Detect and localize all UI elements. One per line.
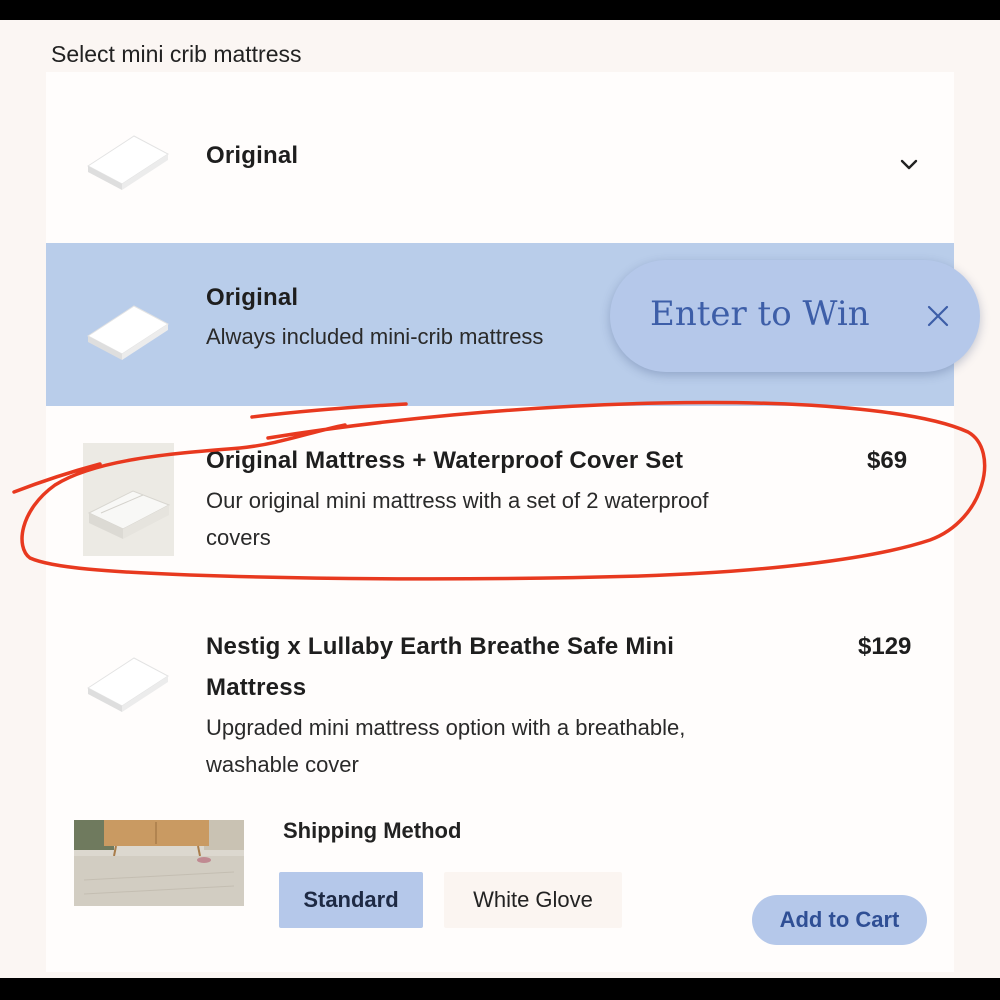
dropdown-selected-label: Original (206, 142, 299, 169)
option-price: $69 (867, 447, 908, 474)
option-description: Always included mini-crib mattress (206, 324, 544, 349)
option-description-line1: Upgraded mini mattress option with a bre… (206, 715, 686, 740)
add-to-cart-button[interactable]: Add to Cart (752, 895, 927, 945)
section-title: Select mini crib mattress (51, 41, 302, 67)
shipping-method-label: Shipping Method (283, 818, 462, 843)
chevron-down-icon[interactable] (896, 152, 922, 178)
close-icon[interactable] (926, 304, 950, 328)
option-name: Original (206, 284, 299, 311)
option-price: $129 (858, 633, 912, 660)
enter-to-win-label[interactable]: Enter to Win (650, 294, 870, 334)
option-description-line1: Our original mini mattress with a set of… (206, 488, 709, 513)
option-name: Original Mattress + Waterproof Cover Set (206, 447, 684, 474)
shipping-white-glove-button[interactable]: White Glove (444, 872, 622, 928)
option-description-line2: washable cover (206, 752, 359, 777)
option-name-line1: Nestig x Lullaby Earth Breathe Safe Mini (206, 633, 675, 660)
mattress-dropdown[interactable] (46, 72, 954, 242)
mattress-photo (83, 443, 174, 556)
enter-to-win-promo[interactable]: Enter to Win (610, 260, 980, 372)
option-name-line2: Mattress (206, 674, 307, 701)
shipping-standard-button[interactable]: Standard (279, 872, 423, 928)
mattress-thumbnail (87, 135, 169, 190)
mattress-thumbnail (87, 657, 169, 712)
option-description-line2: covers (206, 525, 271, 550)
room-photo (74, 820, 244, 906)
product-configurator-screen: Select mini crib mattress Original Origi… (0, 20, 1000, 978)
mattress-thumbnail (87, 305, 169, 360)
